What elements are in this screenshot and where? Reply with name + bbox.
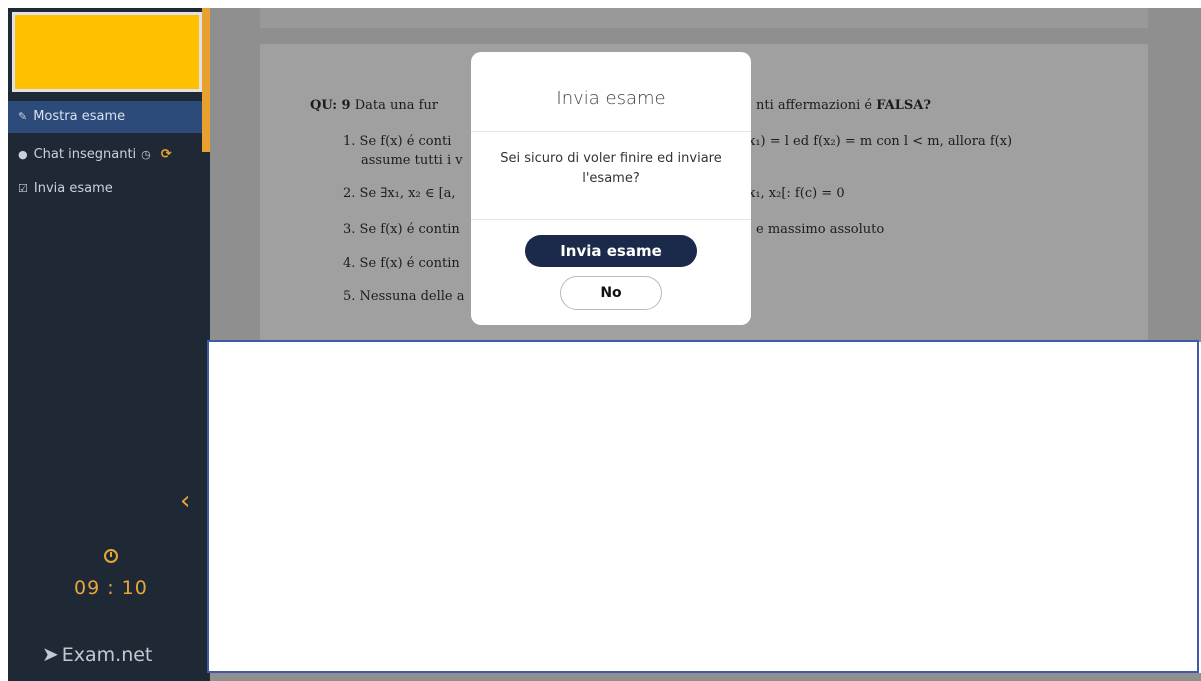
chat-icon: ● [18,148,28,161]
divider [471,131,751,132]
option-3: 3. Se f(x) é contin [343,222,460,237]
sidebar-item-label: Invia esame [33,181,113,196]
sidebar-item-label: Mostra esame [33,109,126,124]
clock-icon: ◷ [141,148,151,161]
collapse-sidebar-icon[interactable]: ‹ [180,486,190,516]
timer: 09 : 10 [74,577,148,599]
dialog-title: Invia esame [556,88,666,109]
confirm-submit-button[interactable]: Invia esame [525,235,697,267]
option-4: 4. Se f(x) é contin [343,256,460,271]
sidebar-item-teacher-chat[interactable]: ● Chat insegnanti ◷ ⟳ [8,139,210,171]
divider [471,219,751,220]
logo-placeholder [12,12,202,92]
cancel-button[interactable]: No [560,276,662,310]
option-5: 5. Nessuna delle a [343,289,465,304]
check-square-icon: ☑ [18,182,28,195]
previous-page [260,8,1148,28]
exam-net-logo-icon: ➤ [42,642,59,666]
sidebar-item-submit-exam[interactable]: ☑ Invia esame [8,173,210,205]
background-strip [210,673,1201,681]
option-1: 1. Se f(x) é conti [343,134,452,149]
sidebar: ✎ Mostra esame ● Chat insegnanti ◷ ⟳ ☑ Invia … [8,8,210,681]
refresh-icon[interactable]: ⟳ [161,147,172,162]
dialog-message: Sei sicuro di voler finire ed inviare l'… [500,151,722,186]
brand-logo: ➤ Exam.net [42,642,153,666]
option-2: 2. Se ∃x₁, x₂ ∈ [a, [343,186,456,201]
edit-icon: ✎ [18,110,28,123]
submit-exam-dialog: Invia esame Sei sicuro di voler finire e… [471,52,751,325]
sidebar-item-show-exam[interactable]: ✎ Mostra esame [8,101,210,133]
sidebar-item-label: Chat insegnanti [33,147,137,162]
timer-icon [104,549,118,563]
answer-panel[interactable] [207,340,1199,673]
